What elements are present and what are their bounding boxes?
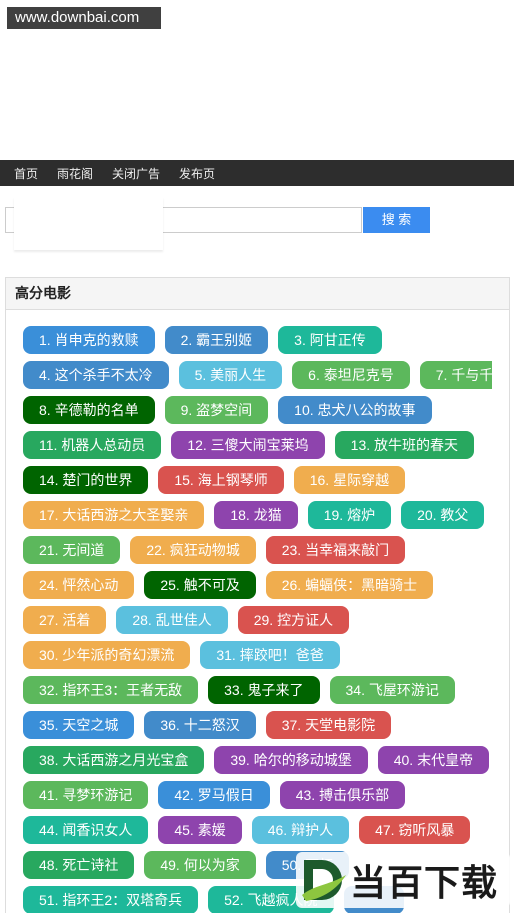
movie-tag-32[interactable]: 32. 指环王3：王者无敌 <box>23 676 199 704</box>
nav-item-home[interactable]: 首页 <box>14 165 38 182</box>
movie-tag-37[interactable]: 37. 天堂电影院 <box>265 711 392 739</box>
movie-tag-18[interactable]: 18. 龙猫 <box>214 501 298 529</box>
movie-tag-23[interactable]: 23. 当幸福来敲门 <box>265 536 406 564</box>
movie-tag-46[interactable]: 46. 辩护人 <box>251 816 350 844</box>
nav-item-publish-page[interactable]: 发布页 <box>179 165 215 182</box>
movie-tag-48[interactable]: 48. 死亡诗社 <box>23 851 135 879</box>
top-nav-bar: 首页 雨花阁 关闭广告 发布页 <box>0 160 514 186</box>
movie-tag-34[interactable]: 34. 飞屋环游记 <box>329 676 455 704</box>
movie-tag-25[interactable]: 25. 触不可及 <box>144 571 256 599</box>
tag-row: 30. 少年派的奇幻漂流 31. 摔跤吧！爸爸 <box>23 641 492 669</box>
tag-row: 21. 无间道 22. 疯狂动物城 23. 当幸福来敲门 <box>23 536 492 564</box>
movie-tag-9[interactable]: 9. 盗梦空间 <box>164 396 269 424</box>
movie-tag-29[interactable]: 29. 控方证人 <box>237 606 350 634</box>
movie-tag-42[interactable]: 42. 罗马假日 <box>158 781 270 809</box>
logo-text: 当百下载 <box>350 863 499 904</box>
movie-tag-3[interactable]: 3. 阿甘正传 <box>278 326 382 354</box>
movie-tag-5[interactable]: 5. 美丽人生 <box>178 361 283 389</box>
tag-row: 8. 辛德勒的名单 9. 盗梦空间 10. 忠犬八公的故事 <box>23 396 492 424</box>
blank-ad-overlay <box>14 197 163 250</box>
movie-tag-21[interactable]: 21. 无间道 <box>23 536 121 564</box>
tag-row: 38. 大话西游之月光宝盒 39. 哈尔的移动城堡 40. 末代皇帝 <box>23 746 492 774</box>
movie-tag-11[interactable]: 11. 机器人总动员 <box>23 431 162 459</box>
tag-row: 32. 指环王3：王者无敌 33. 鬼子来了 34. 飞屋环游记 <box>23 676 492 704</box>
movie-tag-35[interactable]: 35. 天空之城 <box>23 711 135 739</box>
tag-row: 41. 寻梦环游记 42. 罗马假日 43. 搏击俱乐部 <box>23 781 492 809</box>
movie-tag-41[interactable]: 41. 寻梦环游记 <box>23 781 149 809</box>
movie-tag-36[interactable]: 36. 十二怒汉 <box>144 711 256 739</box>
movie-tag-19[interactable]: 19. 熔炉 <box>307 501 392 529</box>
downbai-logo: 当百下载 <box>296 852 510 908</box>
movie-tag-6[interactable]: 6. 泰坦尼克号 <box>292 361 410 389</box>
movie-tag-15[interactable]: 15. 海上钢琴师 <box>158 466 284 494</box>
panel-title: 高分电影 <box>6 278 509 310</box>
movie-tag-4[interactable]: 4. 这个杀手不太冷 <box>23 361 169 389</box>
movie-tag-51[interactable]: 51. 指环王2：双塔奇兵 <box>23 886 199 913</box>
nav-item-close-ads[interactable]: 关闭广告 <box>112 165 160 182</box>
nav-item-yuhuage[interactable]: 雨花阁 <box>57 165 93 182</box>
movie-tag-10[interactable]: 10. 忠犬八公的故事 <box>278 396 432 424</box>
movie-tag-39[interactable]: 39. 哈尔的移动城堡 <box>214 746 368 774</box>
movie-tag-38[interactable]: 38. 大话西游之月光宝盒 <box>23 746 205 774</box>
movie-tag-44[interactable]: 44. 闻香识女人 <box>23 816 149 844</box>
movie-tag-27[interactable]: 27. 活着 <box>23 606 107 634</box>
tag-row: 44. 闻香识女人 45. 素媛 46. 辩护人 47. 窃听风暴 <box>23 816 492 844</box>
movie-tag-40[interactable]: 40. 末代皇帝 <box>377 746 490 774</box>
movie-tag-26[interactable]: 26. 蝙蝠侠：黑暗骑士 <box>265 571 434 599</box>
movie-tag-47[interactable]: 47. 窃听风暴 <box>359 816 471 844</box>
movie-tag-13[interactable]: 13. 放牛班的春天 <box>334 431 475 459</box>
site-watermark: www.downbai.com <box>7 7 161 29</box>
tag-row: 17. 大话西游之大圣娶亲 18. 龙猫 19. 熔炉 20. 教父 <box>23 501 492 529</box>
tag-row: 4. 这个杀手不太冷 5. 美丽人生 6. 泰坦尼克号 7. 千与千寻 <box>23 361 492 389</box>
movie-tag-33[interactable]: 33. 鬼子来了 <box>208 676 320 704</box>
movie-tag-17[interactable]: 17. 大话西游之大圣娶亲 <box>23 501 205 529</box>
tag-row: 35. 天空之城 36. 十二怒汉 37. 天堂电影院 <box>23 711 492 739</box>
movie-tag-2[interactable]: 2. 霸王别姬 <box>164 326 269 354</box>
movie-tag-49[interactable]: 49. 何以为家 <box>144 851 256 879</box>
movie-tag-31[interactable]: 31. 摔跤吧！爸爸 <box>200 641 340 669</box>
movie-tag-8[interactable]: 8. 辛德勒的名单 <box>23 396 155 424</box>
top-rated-movies-panel: 高分电影 1. 肖申克的救赎 2. 霸王别姬 3. 阿甘正传 4. 这个杀手不太冷 5.… <box>5 277 510 913</box>
movie-tag-28[interactable]: 28. 乱世佳人 <box>116 606 228 634</box>
movie-tag-7[interactable]: 7. 千与千寻 <box>419 361 492 389</box>
movie-tag-14[interactable]: 14. 楚门的世界 <box>23 466 149 494</box>
movie-tag-45[interactable]: 45. 素媛 <box>158 816 242 844</box>
tag-row: 14. 楚门的世界 15. 海上钢琴师 16. 星际穿越 <box>23 466 492 494</box>
movie-tag-43[interactable]: 43. 搏击俱乐部 <box>279 781 406 809</box>
movie-tag-30[interactable]: 30. 少年派的奇幻漂流 <box>23 641 191 669</box>
movie-tag-list: 1. 肖申克的救赎 2. 霸王别姬 3. 阿甘正传 4. 这个杀手不太冷 5. 美丽人生… <box>6 310 492 913</box>
tag-row: 27. 活着 28. 乱世佳人 29. 控方证人 <box>23 606 492 634</box>
tag-row: 11. 机器人总动员 12. 三傻大闹宝莱坞 13. 放牛班的春天 <box>23 431 492 459</box>
movie-tag-20[interactable]: 20. 教父 <box>401 501 485 529</box>
movie-tag-24[interactable]: 24. 怦然心动 <box>23 571 135 599</box>
tag-row: 1. 肖申克的救赎 2. 霸王别姬 3. 阿甘正传 <box>23 326 492 354</box>
movie-tag-22[interactable]: 22. 疯狂动物城 <box>130 536 256 564</box>
search-button[interactable]: 搜 索 <box>363 207 430 233</box>
movie-tag-1[interactable]: 1. 肖申克的救赎 <box>23 326 155 354</box>
downbai-logo-icon <box>302 860 346 901</box>
tag-row: 24. 怦然心动 25. 触不可及 26. 蝙蝠侠：黑暗骑士 <box>23 571 492 599</box>
movie-tag-12[interactable]: 12. 三傻大闹宝莱坞 <box>171 431 325 459</box>
movie-tag-16[interactable]: 16. 星际穿越 <box>293 466 406 494</box>
